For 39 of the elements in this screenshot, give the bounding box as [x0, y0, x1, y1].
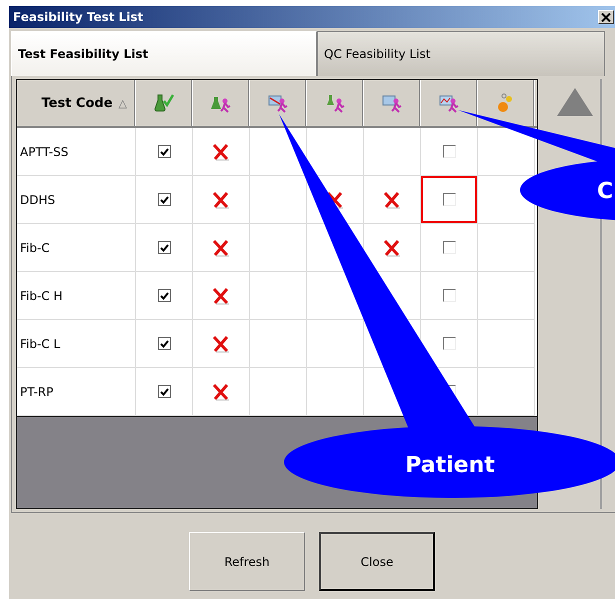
cross-icon	[212, 190, 230, 208]
tab[interactable]: QC Feasibility List	[317, 31, 605, 76]
checkbox[interactable]	[442, 145, 456, 158]
checkbox[interactable]	[158, 385, 170, 398]
cross-icon	[383, 190, 401, 208]
window-title: Feasibility Test List	[13, 10, 144, 24]
table-cell	[307, 320, 364, 368]
flask-check-icon	[153, 93, 175, 113]
cross-icon	[212, 142, 230, 160]
table-cell: APTT-SS	[17, 128, 136, 176]
checkbox[interactable]	[442, 241, 456, 254]
table-cell: Fib-C L	[17, 320, 136, 368]
cross-icon	[212, 334, 230, 352]
cross-icon	[212, 238, 230, 256]
table-cell: DDHS	[17, 176, 136, 224]
close-button[interactable]	[598, 10, 614, 24]
checkbox[interactable]	[158, 289, 170, 302]
refresh-button[interactable]: Refresh	[189, 532, 305, 591]
checkbox[interactable]	[158, 193, 170, 206]
figure-bottle-icon	[324, 93, 346, 113]
cross-icon	[212, 286, 230, 304]
close-dialog-button[interactable]: Close	[319, 532, 435, 591]
checkbox[interactable]	[158, 337, 170, 350]
checkbox[interactable]	[158, 145, 170, 158]
checkbox[interactable]	[442, 289, 456, 302]
table-cell: Fib-C	[17, 224, 136, 272]
sort-indicator: △	[118, 96, 127, 110]
cross-icon	[383, 238, 401, 256]
checkbox[interactable]	[158, 241, 170, 254]
callout-text: Patient	[405, 453, 495, 478]
table-cell: Fib-C H	[17, 272, 136, 320]
tab[interactable]: Test Feasibility List	[11, 31, 317, 76]
callout-text: C	[597, 179, 614, 204]
figure-screen-icon	[381, 93, 403, 113]
checkbox[interactable]	[442, 337, 456, 350]
up-arrow-icon[interactable]	[556, 87, 594, 117]
checkbox[interactable]	[442, 193, 456, 206]
cross-icon	[212, 382, 230, 400]
figure-chart-icon	[438, 93, 460, 113]
